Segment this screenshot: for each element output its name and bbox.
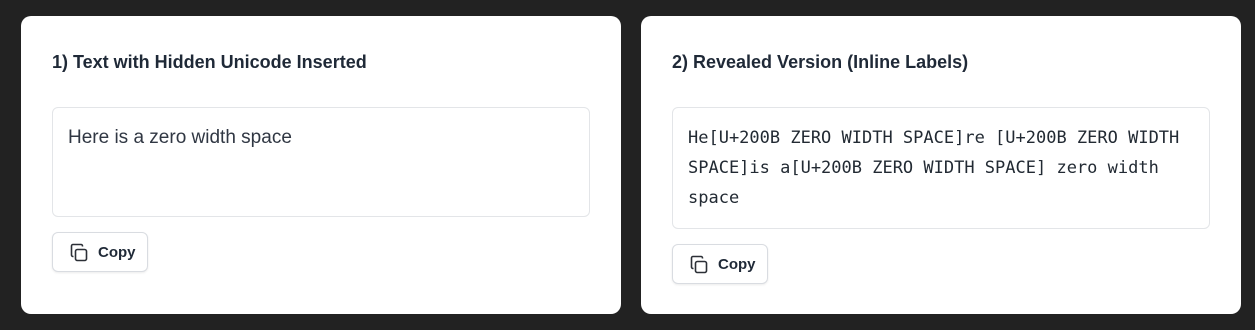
copy-icon [690, 255, 708, 274]
revealed-text-box[interactable]: He[U+200B ZERO WIDTH SPACE]re [U+200B ZE… [672, 107, 1210, 229]
copy-button-label: Copy [98, 244, 136, 261]
revealed-text-content: He[U+200B ZERO WIDTH SPACE]re [U+200B ZE… [688, 128, 1180, 208]
panel-title: 1) Text with Hidden Unicode Inserted [52, 52, 367, 72]
copy-icon [70, 243, 88, 262]
hidden-text-box[interactable]: Here is a zero width space [52, 107, 590, 217]
hidden-text-content: Here is a zero width space [68, 127, 292, 148]
revealed-version-panel: 2) Revealed Version (Inline Labels) He[U… [641, 16, 1241, 314]
hidden-unicode-panel: 1) Text with Hidden Unicode Inserted Her… [21, 16, 621, 314]
copy-hidden-text-button[interactable]: Copy [52, 232, 148, 272]
copy-revealed-text-button[interactable]: Copy [672, 244, 768, 284]
copy-button-label: Copy [718, 256, 756, 273]
panel-title: 2) Revealed Version (Inline Labels) [672, 52, 969, 72]
